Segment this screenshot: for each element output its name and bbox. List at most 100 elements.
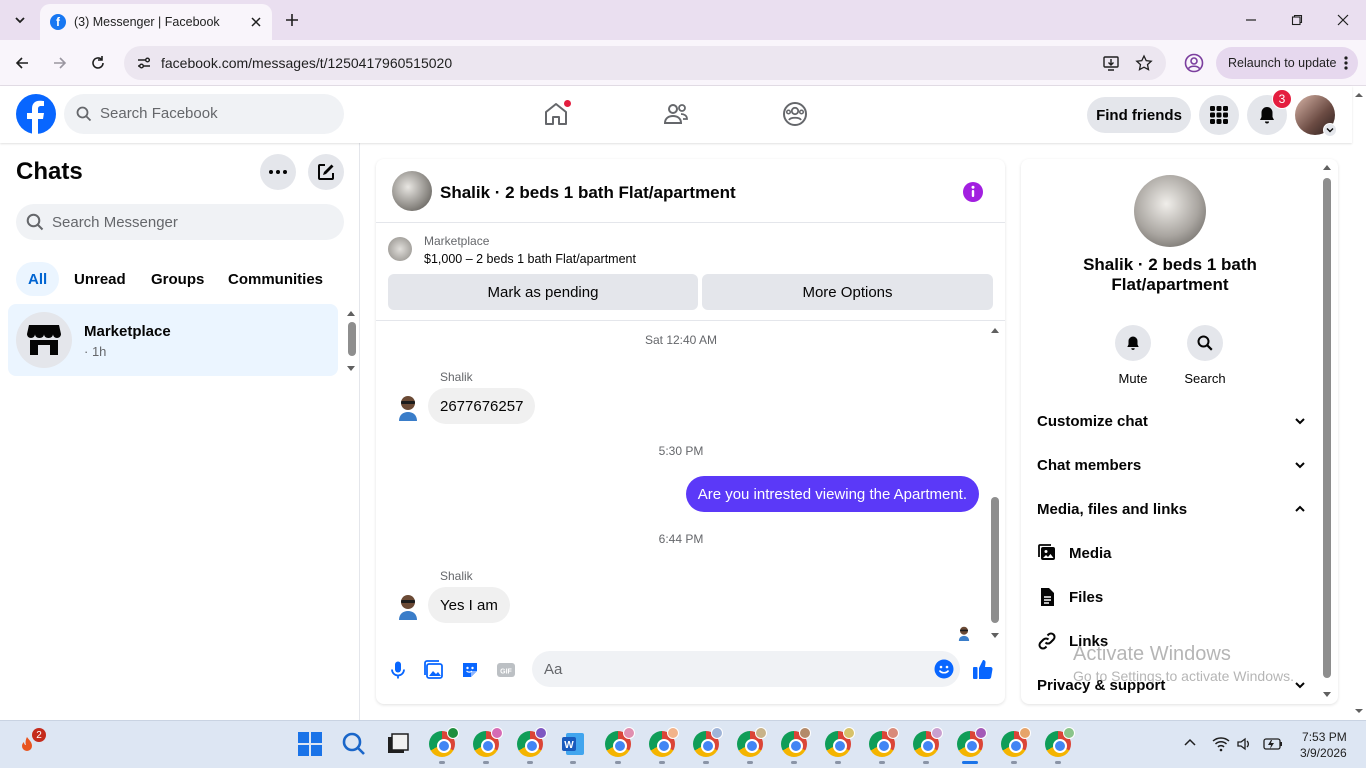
window-close-button[interactable] xyxy=(1320,0,1366,40)
browser-tab[interactable]: f (3) Messenger | Facebook xyxy=(40,4,272,40)
chrome-profile-icon[interactable] xyxy=(825,727,855,757)
filter-groups[interactable]: Groups xyxy=(139,262,216,296)
battery-icon[interactable] xyxy=(1261,736,1283,752)
reload-button[interactable] xyxy=(86,51,110,75)
tab-search-button[interactable] xyxy=(8,8,32,32)
account-avatar[interactable] xyxy=(1295,95,1337,137)
files-item[interactable]: Files xyxy=(1037,581,1307,613)
search-in-conversation-button[interactable] xyxy=(1187,325,1223,361)
system-clock[interactable]: 7:53 PM 3/9/2026 xyxy=(1300,729,1347,761)
windows-start-icon[interactable] xyxy=(297,731,323,757)
media-item[interactable]: Media xyxy=(1037,537,1307,569)
scroll-up-icon[interactable] xyxy=(989,325,1001,335)
wifi-icon[interactable] xyxy=(1212,736,1230,752)
microphone-icon[interactable] xyxy=(388,660,408,680)
listing-title[interactable]: $1,000 – 2 beds 1 bath Flat/apartment xyxy=(424,252,636,266)
mark-as-pending-button[interactable]: Mark as pending xyxy=(388,274,698,310)
sender-avatar-icon[interactable] xyxy=(396,592,420,620)
message-input[interactable]: Aa xyxy=(532,651,960,687)
chrome-profile-icon[interactable] xyxy=(913,727,943,757)
browser-profile-icon[interactable] xyxy=(1183,52,1205,74)
mute-button[interactable] xyxy=(1115,325,1151,361)
chrome-profile-icon[interactable] xyxy=(869,727,899,757)
details-avatar[interactable] xyxy=(1134,175,1206,247)
scroll-up-icon[interactable] xyxy=(344,308,358,318)
relaunch-button[interactable]: Relaunch to update xyxy=(1216,47,1358,79)
conversation-title[interactable]: Shalik · 2 beds 1 bath Flat/apartment xyxy=(440,183,736,203)
scroll-thumb[interactable] xyxy=(348,322,356,356)
mute-action[interactable]: Mute xyxy=(1103,325,1163,386)
outgoing-message[interactable]: Are you intrested viewing the Apartment. xyxy=(685,476,979,512)
chat-members-section[interactable]: Chat members xyxy=(1037,449,1307,481)
chrome-profile-icon[interactable] xyxy=(649,727,679,757)
word-icon[interactable]: W xyxy=(560,731,586,757)
chrome-profile-icon[interactable] xyxy=(781,727,811,757)
info-icon[interactable] xyxy=(962,181,984,203)
conversation-avatar[interactable] xyxy=(392,171,432,211)
sender-avatar-icon[interactable] xyxy=(396,393,420,421)
chrome-profile-icon[interactable] xyxy=(517,727,547,757)
friends-icon[interactable] xyxy=(662,100,690,128)
chrome-profile-icon-active[interactable] xyxy=(957,727,987,757)
new-tab-button[interactable] xyxy=(282,10,302,30)
scroll-up-icon[interactable] xyxy=(1352,90,1366,100)
scroll-down-icon[interactable] xyxy=(989,631,1001,641)
chat-list-item[interactable]: Marketplace · 1h xyxy=(8,304,338,376)
facebook-logo-icon[interactable] xyxy=(16,94,56,134)
media-files-links-section[interactable]: Media, files and links xyxy=(1037,493,1307,525)
gif-icon[interactable]: GIF xyxy=(496,660,516,680)
sticker-icon[interactable] xyxy=(460,660,480,680)
filter-communities[interactable]: Communities xyxy=(216,262,335,296)
incoming-message[interactable]: Yes I am xyxy=(428,587,510,623)
scroll-thumb[interactable] xyxy=(991,497,999,623)
customize-chat-section[interactable]: Customize chat xyxy=(1037,405,1307,437)
scroll-down-icon[interactable] xyxy=(1352,706,1366,716)
chat-list-scrollbar[interactable] xyxy=(344,308,358,374)
chat-options-button[interactable] xyxy=(260,154,296,190)
scroll-down-icon[interactable] xyxy=(1320,690,1334,700)
facebook-search-input[interactable]: Search Facebook xyxy=(64,94,344,134)
tab-close-button[interactable] xyxy=(248,14,264,30)
emoji-icon[interactable] xyxy=(934,659,954,679)
scroll-thumb[interactable] xyxy=(1323,178,1331,678)
messenger-search-input[interactable]: Search Messenger xyxy=(16,204,344,240)
thumbs-up-icon[interactable] xyxy=(972,658,994,680)
search-action[interactable]: Search xyxy=(1175,325,1235,386)
menu-button[interactable] xyxy=(1199,95,1239,135)
bookmark-star-icon[interactable] xyxy=(1135,54,1153,72)
new-message-button[interactable] xyxy=(308,154,344,190)
groups-icon[interactable] xyxy=(781,100,809,128)
chrome-profile-icon[interactable] xyxy=(693,727,723,757)
page-scrollbar[interactable] xyxy=(1352,86,1366,720)
search-icon[interactable] xyxy=(341,731,367,757)
install-app-icon[interactable] xyxy=(1102,54,1120,72)
filter-all[interactable]: All xyxy=(16,262,60,296)
chevron-up-icon[interactable] xyxy=(1183,736,1197,750)
chrome-profile-icon[interactable] xyxy=(429,727,459,757)
minimize-button[interactable] xyxy=(1228,0,1274,40)
scroll-down-icon[interactable] xyxy=(344,364,358,374)
chrome-profile-icon[interactable] xyxy=(1001,727,1031,757)
forward-button[interactable] xyxy=(48,51,72,75)
chrome-profile-icon[interactable] xyxy=(1045,727,1075,757)
maximize-button[interactable] xyxy=(1274,0,1320,40)
find-friends-button[interactable]: Find friends xyxy=(1087,97,1191,133)
listing-thumbnail[interactable] xyxy=(388,237,412,261)
back-button[interactable] xyxy=(10,51,34,75)
chrome-profile-icon[interactable] xyxy=(473,727,503,757)
chrome-profile-icon[interactable] xyxy=(605,727,635,757)
task-view-icon[interactable] xyxy=(385,731,411,757)
volume-icon[interactable] xyxy=(1236,736,1252,752)
clock-date: 3/9/2026 xyxy=(1300,746,1347,760)
filter-unread[interactable]: Unread xyxy=(62,262,138,296)
more-vertical-icon[interactable] xyxy=(1344,55,1348,71)
address-bar[interactable]: facebook.com/messages/t/1250417960515020 xyxy=(124,46,1166,80)
more-options-button[interactable]: More Options xyxy=(702,274,993,310)
conversation-scrollbar[interactable] xyxy=(989,325,1001,645)
scroll-up-icon[interactable] xyxy=(1320,162,1334,172)
chrome-profile-icon[interactable] xyxy=(737,727,767,757)
incoming-message[interactable]: 2677676257 xyxy=(428,388,536,424)
details-scrollbar[interactable] xyxy=(1320,162,1334,702)
weather-badge: 2 xyxy=(32,728,46,742)
photo-icon[interactable] xyxy=(424,660,444,680)
